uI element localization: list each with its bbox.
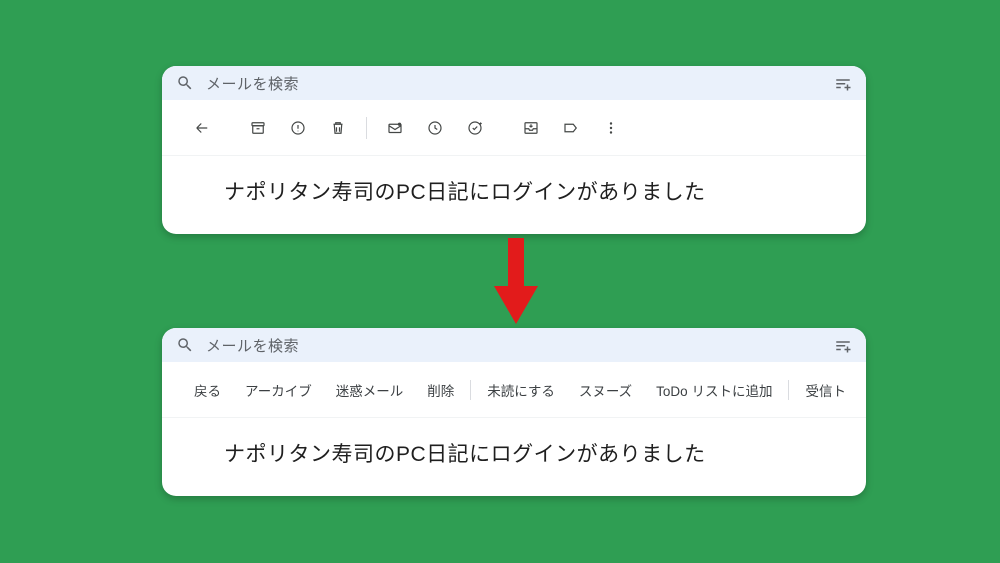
search-bar[interactable]: メールを検索 [162, 328, 866, 362]
search-placeholder: メールを検索 [206, 335, 299, 356]
email-subject: ナポリタン寿司のPC日記にログインがありました [162, 156, 866, 206]
gmail-panel-after: メールを検索 戻る アーカイブ 迷惑メール 削除 未読にする スヌーズ ToDo… [162, 328, 866, 496]
toolbar-icons [162, 100, 866, 156]
delete-label[interactable]: 削除 [415, 380, 466, 400]
gmail-panel-before: メールを検索 ナポリタン寿司のPC日記にログインがありました [162, 66, 866, 234]
archive-label[interactable]: アーカイブ [233, 380, 324, 400]
delete-icon [329, 119, 347, 137]
labels-icon [562, 119, 580, 137]
archive-icon [249, 119, 267, 137]
mark-unread-icon [386, 119, 404, 137]
tune-icon[interactable] [834, 74, 852, 92]
mark-unread-button[interactable] [375, 108, 415, 148]
back-arrow-icon [193, 119, 211, 137]
delete-button[interactable] [318, 108, 358, 148]
labels-button[interactable] [551, 108, 591, 148]
add-task-icon [466, 119, 484, 137]
report-spam-icon [289, 119, 307, 137]
snooze-label[interactable]: スヌーズ [567, 380, 644, 400]
move-to-inbox-icon [522, 119, 540, 137]
spam-button[interactable] [278, 108, 318, 148]
archive-button[interactable] [238, 108, 278, 148]
unread-label[interactable]: 未読にする [475, 380, 567, 400]
snooze-icon [426, 119, 444, 137]
inbox-label[interactable]: 受信ト [793, 380, 858, 400]
snooze-button[interactable] [415, 108, 455, 148]
add-task-button[interactable] [455, 108, 495, 148]
more-icon [602, 119, 620, 137]
toolbar-text: 戻る アーカイブ 迷惑メール 削除 未読にする スヌーズ ToDo リストに追加… [162, 362, 866, 418]
separator [788, 380, 789, 400]
search-icon [176, 336, 194, 354]
search-bar[interactable]: メールを検索 [162, 66, 866, 100]
more-button[interactable] [591, 108, 631, 148]
search-placeholder: メールを検索 [206, 73, 299, 94]
transition-arrow [494, 238, 538, 324]
back-button[interactable] [182, 108, 222, 148]
todo-label[interactable]: ToDo リストに追加 [644, 380, 784, 400]
email-subject: ナポリタン寿司のPC日記にログインがありました [162, 418, 866, 468]
back-label[interactable]: 戻る [182, 380, 233, 400]
arrow-down-icon [494, 238, 538, 324]
move-to-button[interactable] [511, 108, 551, 148]
spam-label[interactable]: 迷惑メール [324, 380, 416, 400]
tune-icon[interactable] [834, 336, 852, 354]
search-icon [176, 74, 194, 92]
separator [470, 380, 471, 400]
separator [366, 117, 367, 139]
